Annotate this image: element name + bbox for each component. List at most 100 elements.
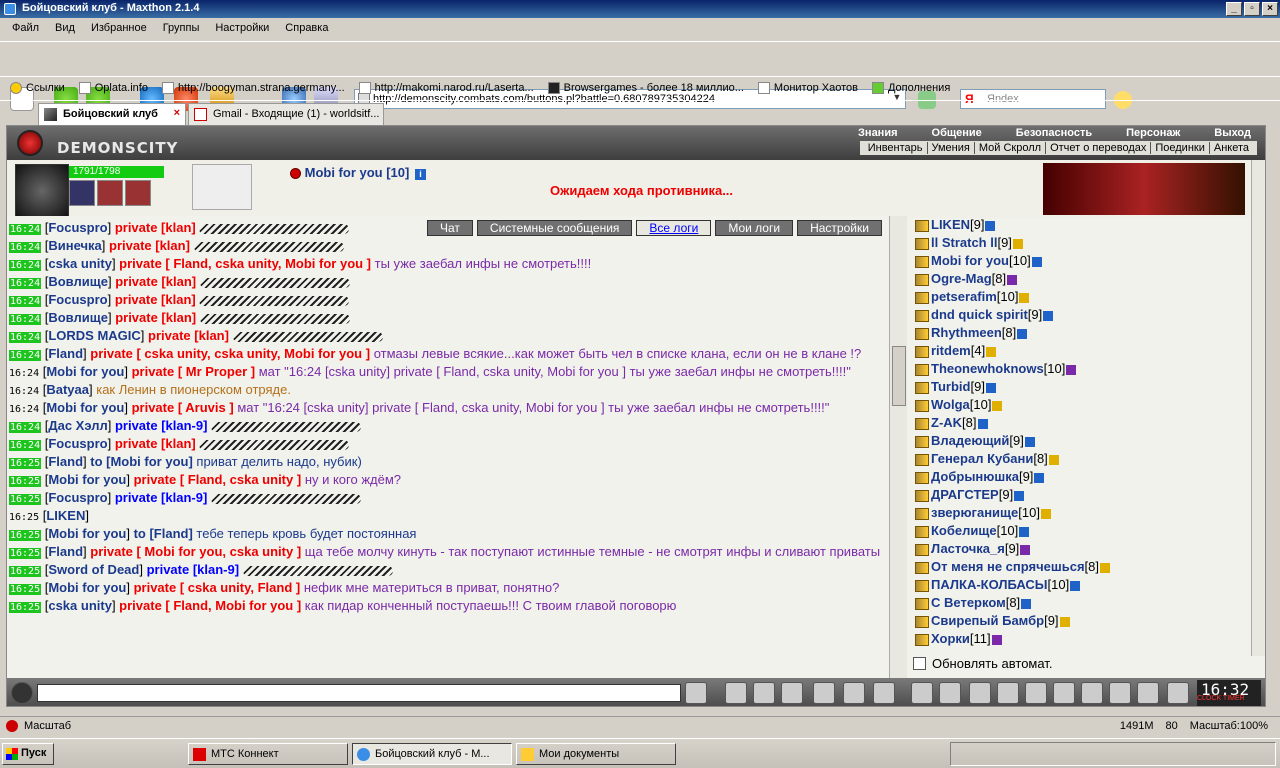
chat-nick[interactable]: Batyaa [46, 382, 89, 397]
user-name[interactable]: Wolga [931, 397, 970, 412]
user-name[interactable]: dnd quick spirit [931, 307, 1028, 322]
close-icon[interactable]: × [174, 107, 180, 119]
private-message-icon[interactable] [915, 489, 929, 502]
user-name[interactable]: Добрынюшка [931, 469, 1019, 484]
chat-recipient[interactable]: to [Mobi for you] [90, 454, 193, 469]
target-indicator[interactable] [192, 164, 252, 210]
potion-icon[interactable] [125, 180, 151, 206]
chat-timestamp[interactable]: 16:24 [9, 422, 42, 433]
start-button[interactable]: Пуск [2, 743, 54, 765]
private-message-icon[interactable] [915, 471, 929, 484]
user-name[interactable]: Rhythmeen [931, 325, 1002, 340]
chat-recipient[interactable]: private [klan] [115, 220, 196, 235]
bookmark-oplata[interactable]: Oplata.info [78, 81, 148, 94]
chat-recipient[interactable]: private [ Fland, Mobi for you ] [119, 598, 301, 613]
private-message-icon[interactable] [915, 615, 929, 628]
chat-timestamp[interactable]: 16:24 [9, 332, 42, 343]
info-icon[interactable] [1059, 616, 1070, 627]
info-icon[interactable] [1043, 310, 1054, 321]
chat-recipient[interactable]: private [klan] [115, 436, 196, 451]
user-name[interactable]: ПАЛКА-КОЛБАСЫ [931, 577, 1048, 592]
user-list-scrollbar[interactable] [1251, 216, 1265, 656]
chat-timestamp[interactable]: 16:25 [9, 458, 42, 469]
user-name[interactable]: ДРАГСТЕР [931, 487, 999, 502]
private-message-icon[interactable] [915, 363, 929, 376]
smiley-menu-icon[interactable] [11, 682, 33, 704]
chat-scrollbar[interactable] [889, 216, 907, 678]
chat-recipient[interactable]: private [klan] [115, 292, 196, 307]
user-name[interactable]: Mobi for you [931, 253, 1009, 268]
chat-nick[interactable]: Mobi for you [48, 580, 126, 595]
info-icon[interactable] [1017, 328, 1028, 339]
bookmark-browsergames[interactable]: Browsergames - более 18 миллио... [547, 81, 744, 94]
chat-recipient[interactable]: private [ Fland, cska unity ] [134, 472, 302, 487]
chat-timestamp[interactable]: 16:24 [9, 350, 42, 361]
chat-timestamp[interactable]: 16:25 [9, 566, 42, 577]
private-message-icon[interactable] [915, 579, 929, 592]
maximize-button[interactable]: ▫ [1244, 2, 1260, 16]
tab-all-logs[interactable]: Все логи [636, 220, 712, 236]
tab-fightclub[interactable]: Бойцовский клуб × [38, 103, 186, 125]
chat-timestamp[interactable]: 16:25 [9, 530, 42, 541]
subnav-profile[interactable]: Анкета [1210, 142, 1253, 154]
runner-icon[interactable] [813, 682, 835, 704]
chat-recipient[interactable]: private [ cska unity, cska unity, Mobi f… [90, 346, 370, 361]
chat-nick[interactable]: LIKEN [46, 508, 85, 523]
private-message-icon[interactable] [915, 309, 929, 322]
flag-icon[interactable] [1137, 682, 1159, 704]
private-message-icon[interactable] [915, 255, 929, 268]
auto-refresh-checkbox[interactable] [913, 657, 926, 670]
info-icon[interactable] [1012, 238, 1023, 249]
info-icon[interactable] [1070, 580, 1081, 591]
chat-recipient[interactable]: private [klan] [115, 310, 196, 325]
smile-icon[interactable] [911, 682, 933, 704]
bookmark-addons[interactable]: Дополнения [871, 81, 950, 94]
user-name[interactable]: Кобелище [931, 523, 997, 538]
subnav-skills[interactable]: Умения [928, 142, 975, 154]
private-message-icon[interactable] [915, 327, 929, 340]
pane-scrollbar[interactable] [1251, 160, 1265, 218]
helmet-icon[interactable] [939, 682, 961, 704]
menu-file[interactable]: Файл [4, 22, 47, 38]
subnav-scroll[interactable]: Мой Скролл [975, 142, 1047, 154]
user-name[interactable]: Владеющий [931, 433, 1009, 448]
info-icon[interactable] [1048, 454, 1059, 465]
minimize-button[interactable]: _ [1226, 2, 1242, 16]
chat-nick[interactable]: Mobi for you [46, 364, 124, 379]
private-message-icon[interactable] [915, 399, 929, 412]
chat-recipient[interactable]: private [klan-9] [147, 562, 239, 577]
info-icon[interactable] [1021, 598, 1032, 609]
user-name[interactable]: Хорки [931, 631, 970, 646]
dagger-icon[interactable] [969, 682, 991, 704]
chat-nick[interactable]: Вовлище [48, 310, 108, 325]
tab-chat[interactable]: Чат [427, 220, 473, 236]
chat-recipient[interactable]: to [Fland] [134, 526, 193, 541]
private-message-icon[interactable] [915, 525, 929, 538]
user-name[interactable]: Свирепый Бамбр [931, 613, 1044, 628]
chat-timestamp[interactable]: 16:24 [9, 224, 42, 235]
chat-recipient[interactable]: private [klan-9] [115, 418, 207, 433]
private-message-icon[interactable] [915, 561, 929, 574]
private-message-icon[interactable] [915, 597, 929, 610]
chat-timestamp[interactable]: 16:24 [9, 404, 39, 415]
chat-nick[interactable]: Mobi for you [48, 472, 126, 487]
bookmark-monitor[interactable]: Монитор Хаотов [757, 81, 858, 94]
chat-timestamp[interactable]: 16:25 [9, 548, 42, 559]
chat-recipient[interactable]: private [ Aruvis ] [132, 400, 234, 415]
chat-timestamp[interactable]: 16:25 [9, 476, 42, 487]
nav-communication[interactable]: Общение [926, 127, 988, 139]
bookmark-makomi[interactable]: http://makomi.narod.ru/Laserta... [358, 81, 534, 94]
private-message-icon[interactable] [915, 219, 929, 232]
chat-nick[interactable]: Fland [48, 544, 83, 559]
private-message-icon[interactable] [915, 345, 929, 358]
nav-exit[interactable]: Выход [1208, 127, 1257, 139]
chat-timestamp[interactable]: 16:24 [9, 242, 42, 253]
chat-timestamp[interactable]: 16:24 [9, 386, 39, 397]
user-name[interactable]: С Ветерком [931, 595, 1006, 610]
chat-recipient[interactable]: private [ cska unity, Fland ] [134, 580, 301, 595]
fire-icon[interactable] [1081, 682, 1103, 704]
menu-view[interactable]: Вид [47, 22, 83, 38]
private-message-icon[interactable] [915, 435, 929, 448]
enter-icon[interactable] [685, 682, 707, 704]
menu-favorites[interactable]: Избранное [83, 22, 155, 38]
